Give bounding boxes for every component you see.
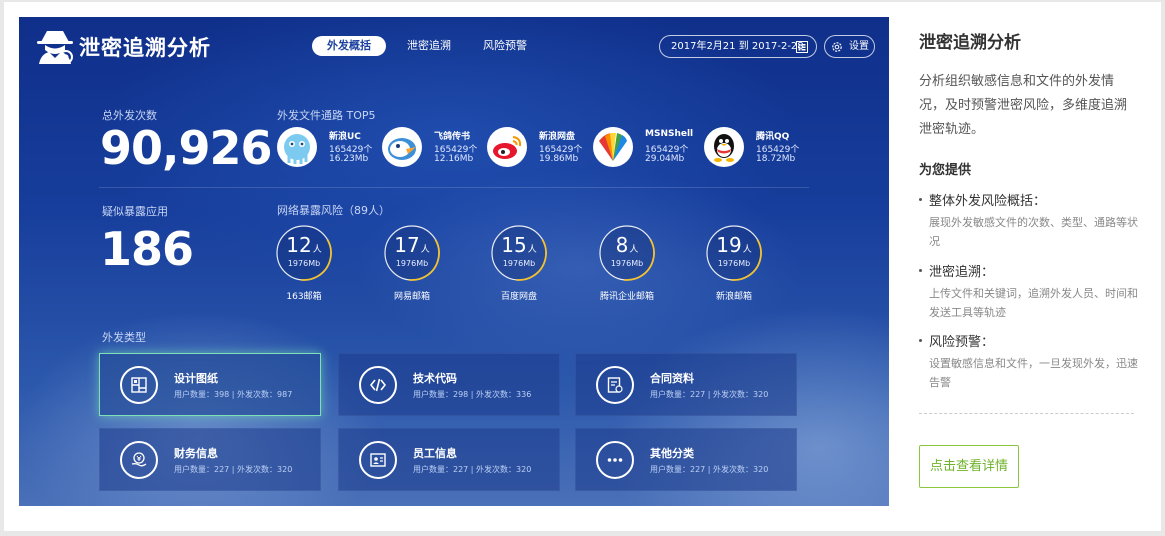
feige-icon <box>382 127 422 167</box>
weibo-icon <box>487 127 527 167</box>
settings-button[interactable]: 设置 <box>824 35 875 58</box>
type-stats: 用户数量：398 | 外发次数：987 <box>174 390 293 399</box>
channel-item[interactable]: MSNShell 165429个 29.04Mb <box>593 127 703 171</box>
type-card-employee[interactable]: 员工信息 用户数量：227 | 外发次数：320 <box>338 428 560 491</box>
channel-item[interactable]: 飞鸽传书 165429个 12.16Mb <box>382 127 492 171</box>
blueprint-icon <box>120 366 158 404</box>
sina-uc-icon <box>277 127 317 167</box>
type-title: 财务信息 <box>174 447 218 460</box>
ring-size: 1976Mb <box>610 259 644 268</box>
channel-size: 29.04Mb <box>645 154 685 164</box>
channel-item[interactable]: 新浪网盘 165429个 19.86Mb <box>487 127 597 171</box>
channel-size: 12.16Mb <box>434 154 474 164</box>
ring-label: 163邮箱 <box>286 292 322 302</box>
contract-icon <box>596 366 634 404</box>
feature-title: 泄密追溯： <box>919 261 1141 280</box>
ring-size: 1976Mb <box>717 259 751 268</box>
channel-name: 新浪UC <box>329 132 361 142</box>
type-stats: 用户数量：227 | 外发次数：320 <box>174 465 293 474</box>
risk-ring[interactable]: 15人 1976Mb <box>489 223 549 283</box>
channel-name: 腾讯QQ <box>756 132 790 142</box>
qq-icon <box>704 127 744 167</box>
type-card-finance[interactable]: 财务信息 用户数量：227 | 外发次数：320 <box>99 428 321 491</box>
feature-item: 风险预警： 设置敏感信息和文件，一旦发现外发，迅速告警 <box>919 331 1141 392</box>
ring-size: 1976Mb <box>287 259 321 268</box>
provide-title: 为您提供 <box>919 163 972 178</box>
dashboard-panel: 泄密追溯分析 外发概括 泄密追溯 风险预警 2017年2月21 到 2017-2… <box>19 17 889 506</box>
ring-label: 百度网盘 <box>500 292 537 302</box>
spy-logo-icon <box>37 31 73 64</box>
calendar-icon <box>796 41 808 53</box>
channels-label: 外发文件通路 TOP5 <box>277 109 376 122</box>
divider <box>99 187 809 188</box>
ring-count: 17人 <box>394 233 430 257</box>
feature-title: 风险预警： <box>919 331 1141 350</box>
channel-item[interactable]: 新浪UC 165429个 16.23Mb <box>277 127 387 171</box>
date-range-text: 2017年2月21 到 2017-2-28 <box>671 41 804 52</box>
feature-title: 整体外发风险概括： <box>919 190 1141 209</box>
divider <box>919 413 1134 414</box>
ring-label: 网易邮箱 <box>393 292 430 302</box>
suspect-apps-value: 186 <box>100 222 194 276</box>
channel-item[interactable]: 腾讯QQ 165429个 18.72Mb <box>704 127 814 171</box>
gear-icon <box>832 42 842 52</box>
ring-size: 1976Mb <box>502 259 536 268</box>
risk-ring[interactable]: 19人 1976Mb <box>704 223 764 283</box>
ring-count: 19人 <box>716 233 752 257</box>
type-stats: 用户数量：298 | 外发次数：336 <box>413 390 532 399</box>
ring-count: 15人 <box>501 233 537 257</box>
tab-trace[interactable]: 泄密追溯 <box>399 36 459 56</box>
app-title: 泄密追溯分析 <box>79 36 211 60</box>
network-risk-label: 网络暴露风险（89人） <box>277 204 390 217</box>
type-title: 员工信息 <box>413 447 457 460</box>
channel-name: 新浪网盘 <box>539 132 576 142</box>
type-stats: 用户数量：227 | 外发次数：320 <box>413 465 532 474</box>
total-sends-value: 90,926 <box>100 121 273 175</box>
channel-size: 18.72Mb <box>756 154 796 164</box>
types-label: 外发类型 <box>102 331 146 344</box>
type-title: 技术代码 <box>413 372 457 385</box>
feature-desc: 设置敏感信息和文件，一旦发现外发，迅速告警 <box>929 357 1138 389</box>
risk-ring[interactable]: 17人 1976Mb <box>382 223 442 283</box>
finance-icon <box>120 441 158 479</box>
feature-item: 整体外发风险概括： 展现外发敏感文件的次数、类型、通路等状况 <box>919 190 1141 251</box>
type-card-code[interactable]: 技术代码 用户数量：298 | 外发次数：336 <box>338 353 560 416</box>
type-card-contract[interactable]: 合同资料 用户数量：227 | 外发次数：320 <box>575 353 797 416</box>
channel-size: 19.86Mb <box>539 154 579 164</box>
ring-size: 1976Mb <box>395 259 429 268</box>
side-description: 分析组织敏感信息和文件的外发情况，及时预警泄密风险，多维度追溯泄密轨迹。 <box>919 74 1128 137</box>
channel-name: 飞鸽传书 <box>434 132 471 142</box>
msnshell-icon <box>593 127 633 167</box>
type-stats: 用户数量：227 | 外发次数：320 <box>650 465 769 474</box>
feature-desc: 上传文件和关键词，追溯外发人员、时间和发送工具等轨迹 <box>929 287 1138 319</box>
ring-count: 12人 <box>286 233 322 257</box>
side-title: 泄密追溯分析 <box>919 33 1021 53</box>
feature-item: 泄密追溯： 上传文件和关键词，追溯外发人员、时间和发送工具等轨迹 <box>919 261 1141 322</box>
id-card-icon <box>359 441 397 479</box>
code-icon <box>359 366 397 404</box>
date-range-picker[interactable]: 2017年2月21 到 2017-2-28 <box>659 35 817 58</box>
channel-size: 16.23Mb <box>329 154 369 164</box>
feature-desc: 展现外发敏感文件的次数、类型、通路等状况 <box>929 216 1138 248</box>
channel-name: MSNShell <box>645 129 694 139</box>
ring-label: 腾讯企业邮箱 <box>599 292 654 302</box>
tab-overview[interactable]: 外发概括 <box>312 36 386 56</box>
type-title: 合同资料 <box>650 372 694 385</box>
type-card-other[interactable]: 其他分类 用户数量：227 | 外发次数：320 <box>575 428 797 491</box>
suspect-apps-label: 疑似暴露应用 <box>102 205 168 218</box>
type-stats: 用户数量：227 | 外发次数：320 <box>650 390 769 399</box>
type-title: 设计图纸 <box>174 372 218 385</box>
risk-ring[interactable]: 8人 1976Mb <box>597 223 657 283</box>
ring-label: 新浪邮箱 <box>715 292 752 302</box>
view-details-button[interactable]: 点击查看详情 <box>919 445 1019 488</box>
risk-ring[interactable]: 12人 1976Mb <box>274 223 334 283</box>
ring-count: 8人 <box>615 233 639 257</box>
type-title: 其他分类 <box>650 447 694 460</box>
settings-label: 设置 <box>849 41 869 52</box>
more-icon <box>596 441 634 479</box>
tab-risk-alert[interactable]: 风险预警 <box>475 36 535 56</box>
type-card-design[interactable]: 设计图纸 用户数量：398 | 外发次数：987 <box>99 353 321 416</box>
